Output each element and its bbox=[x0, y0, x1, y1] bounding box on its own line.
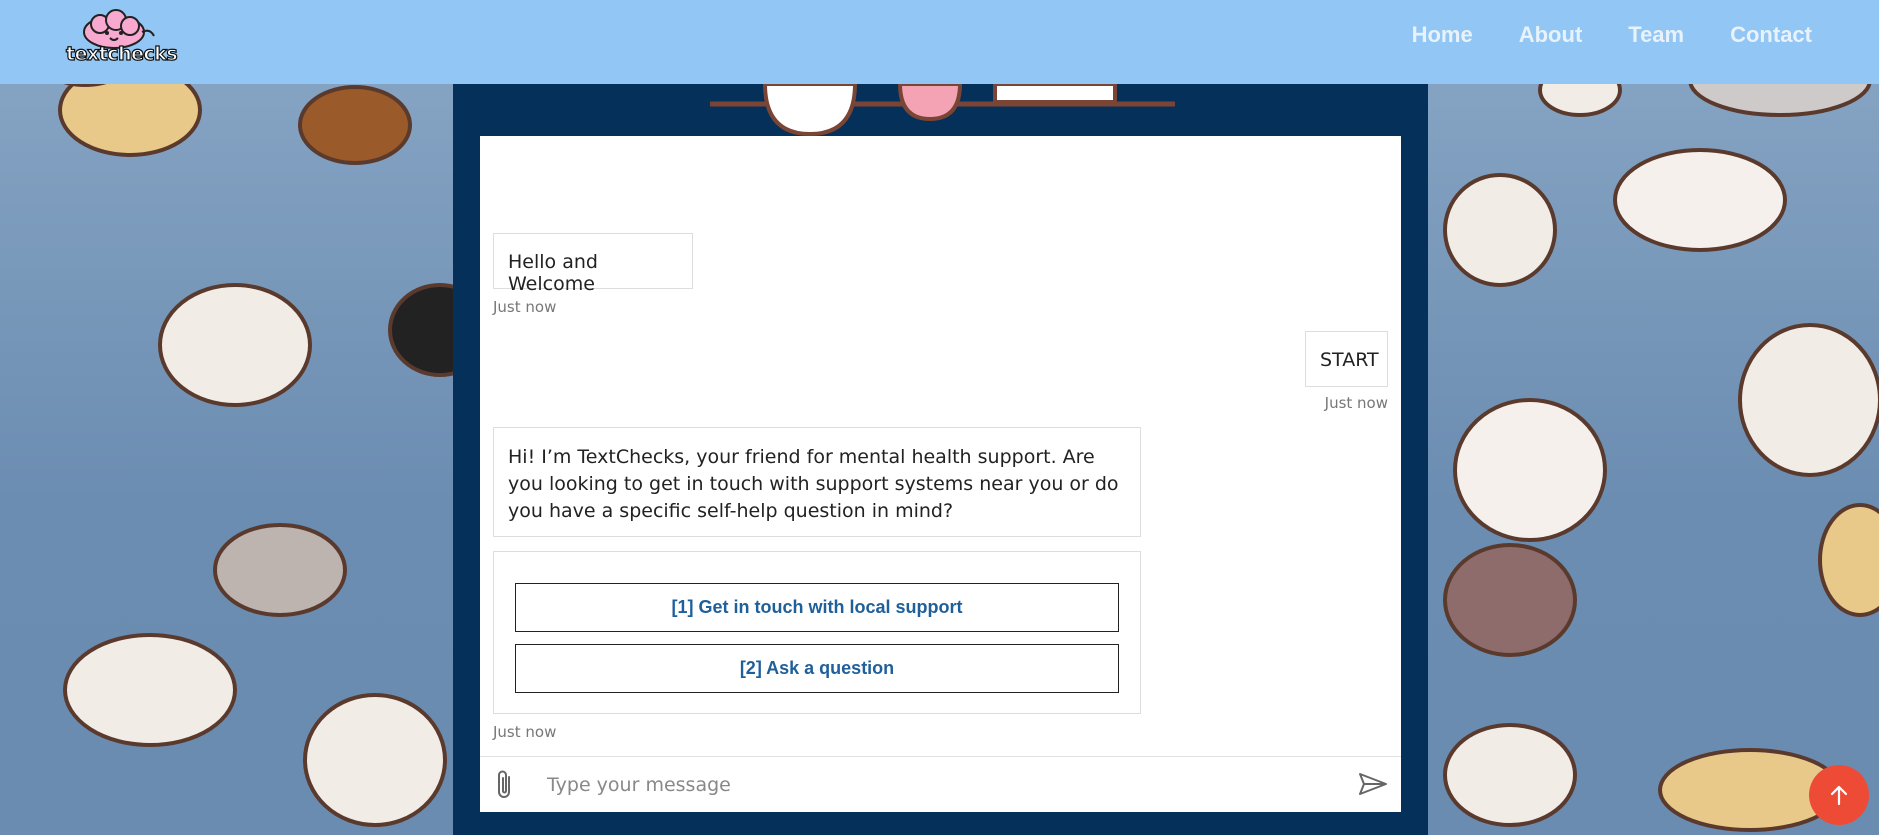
option-local-support-button[interactable]: [1] Get in touch with local support bbox=[515, 583, 1119, 632]
quick-reply-options: [1] Get in touch with local support [2] … bbox=[493, 551, 1141, 714]
message-timestamp: Just now bbox=[493, 723, 557, 741]
nav-team[interactable]: Team bbox=[1628, 22, 1684, 48]
send-icon[interactable] bbox=[1358, 772, 1388, 796]
chat-header-illustration bbox=[710, 84, 1175, 137]
nav-contact[interactable]: Contact bbox=[1730, 22, 1812, 48]
message-text: Hello and Welcome bbox=[508, 251, 598, 295]
bot-message: Hello and Welcome bbox=[493, 233, 693, 295]
chat-panel: Hello and Welcome Just now START Just no… bbox=[480, 136, 1401, 812]
nav-about[interactable]: About bbox=[1519, 22, 1583, 48]
bot-message: Hi! I’m TextChecks, your friend for ment… bbox=[493, 427, 1141, 537]
paperclip-icon[interactable] bbox=[494, 769, 516, 801]
arrow-up-icon bbox=[1830, 785, 1848, 806]
scroll-to-top-button[interactable] bbox=[1809, 765, 1869, 825]
nav-links: Home About Team Contact bbox=[1412, 22, 1812, 48]
message-text: START bbox=[1320, 349, 1379, 371]
message-timestamp: Just now bbox=[1324, 394, 1388, 412]
option-ask-question-button[interactable]: [2] Ask a question bbox=[515, 644, 1119, 693]
logo-text[interactable]: textchecks bbox=[65, 42, 178, 65]
nav-home[interactable]: Home bbox=[1412, 22, 1473, 48]
top-navbar: textchecks Home About Team Contact bbox=[0, 0, 1879, 84]
message-input[interactable] bbox=[545, 767, 1309, 803]
message-timestamp: Just now bbox=[493, 298, 557, 316]
user-message: START bbox=[1305, 331, 1388, 387]
message-text: Hi! I’m TextChecks, your friend for ment… bbox=[508, 446, 1119, 522]
message-composer bbox=[480, 756, 1401, 812]
